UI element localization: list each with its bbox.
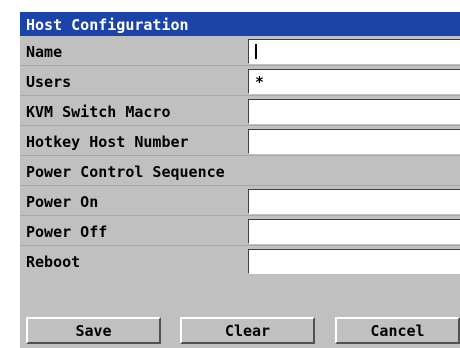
- power-on-input[interactable]: [248, 189, 460, 214]
- power-control-sequence-heading: Power Control Sequence: [26, 163, 225, 181]
- form-row-reboot: Reboot: [20, 246, 460, 276]
- users-value: *: [255, 73, 265, 91]
- power-off-input[interactable]: [248, 219, 460, 244]
- host-configuration-dialog: Host Configuration Name Users * KVM Swit…: [20, 12, 460, 348]
- save-button[interactable]: Save: [26, 317, 161, 344]
- form-row-power-off: Power Off: [20, 216, 460, 246]
- form-row-name: Name: [20, 36, 460, 66]
- kvm-switch-macro-input[interactable]: [248, 99, 460, 124]
- power-on-label: Power On: [26, 193, 99, 211]
- hotkey-host-number-label: Hotkey Host Number: [26, 133, 189, 151]
- text-cursor: [255, 44, 257, 59]
- form-row-power-on: Power On: [20, 186, 460, 216]
- power-off-label: Power Off: [26, 223, 108, 241]
- name-input[interactable]: [248, 39, 460, 64]
- clear-button[interactable]: Clear: [180, 317, 315, 344]
- reboot-label: Reboot: [26, 253, 81, 271]
- cancel-button[interactable]: Cancel: [335, 317, 460, 344]
- form-row-users: Users *: [20, 66, 460, 96]
- hotkey-host-number-input[interactable]: [248, 129, 460, 154]
- users-input[interactable]: *: [248, 69, 460, 94]
- reboot-input[interactable]: [248, 249, 460, 274]
- users-label: Users: [26, 73, 72, 91]
- dialog-title: Host Configuration: [20, 12, 460, 36]
- name-label: Name: [26, 43, 63, 61]
- button-bar: Save Clear Cancel: [20, 315, 460, 348]
- form-row-kvm-switch-macro: KVM Switch Macro: [20, 96, 460, 126]
- kvm-switch-macro-label: KVM Switch Macro: [26, 103, 171, 121]
- power-control-section-row: Power Control Sequence: [20, 156, 460, 186]
- form-row-hotkey-host-number: Hotkey Host Number: [20, 126, 460, 156]
